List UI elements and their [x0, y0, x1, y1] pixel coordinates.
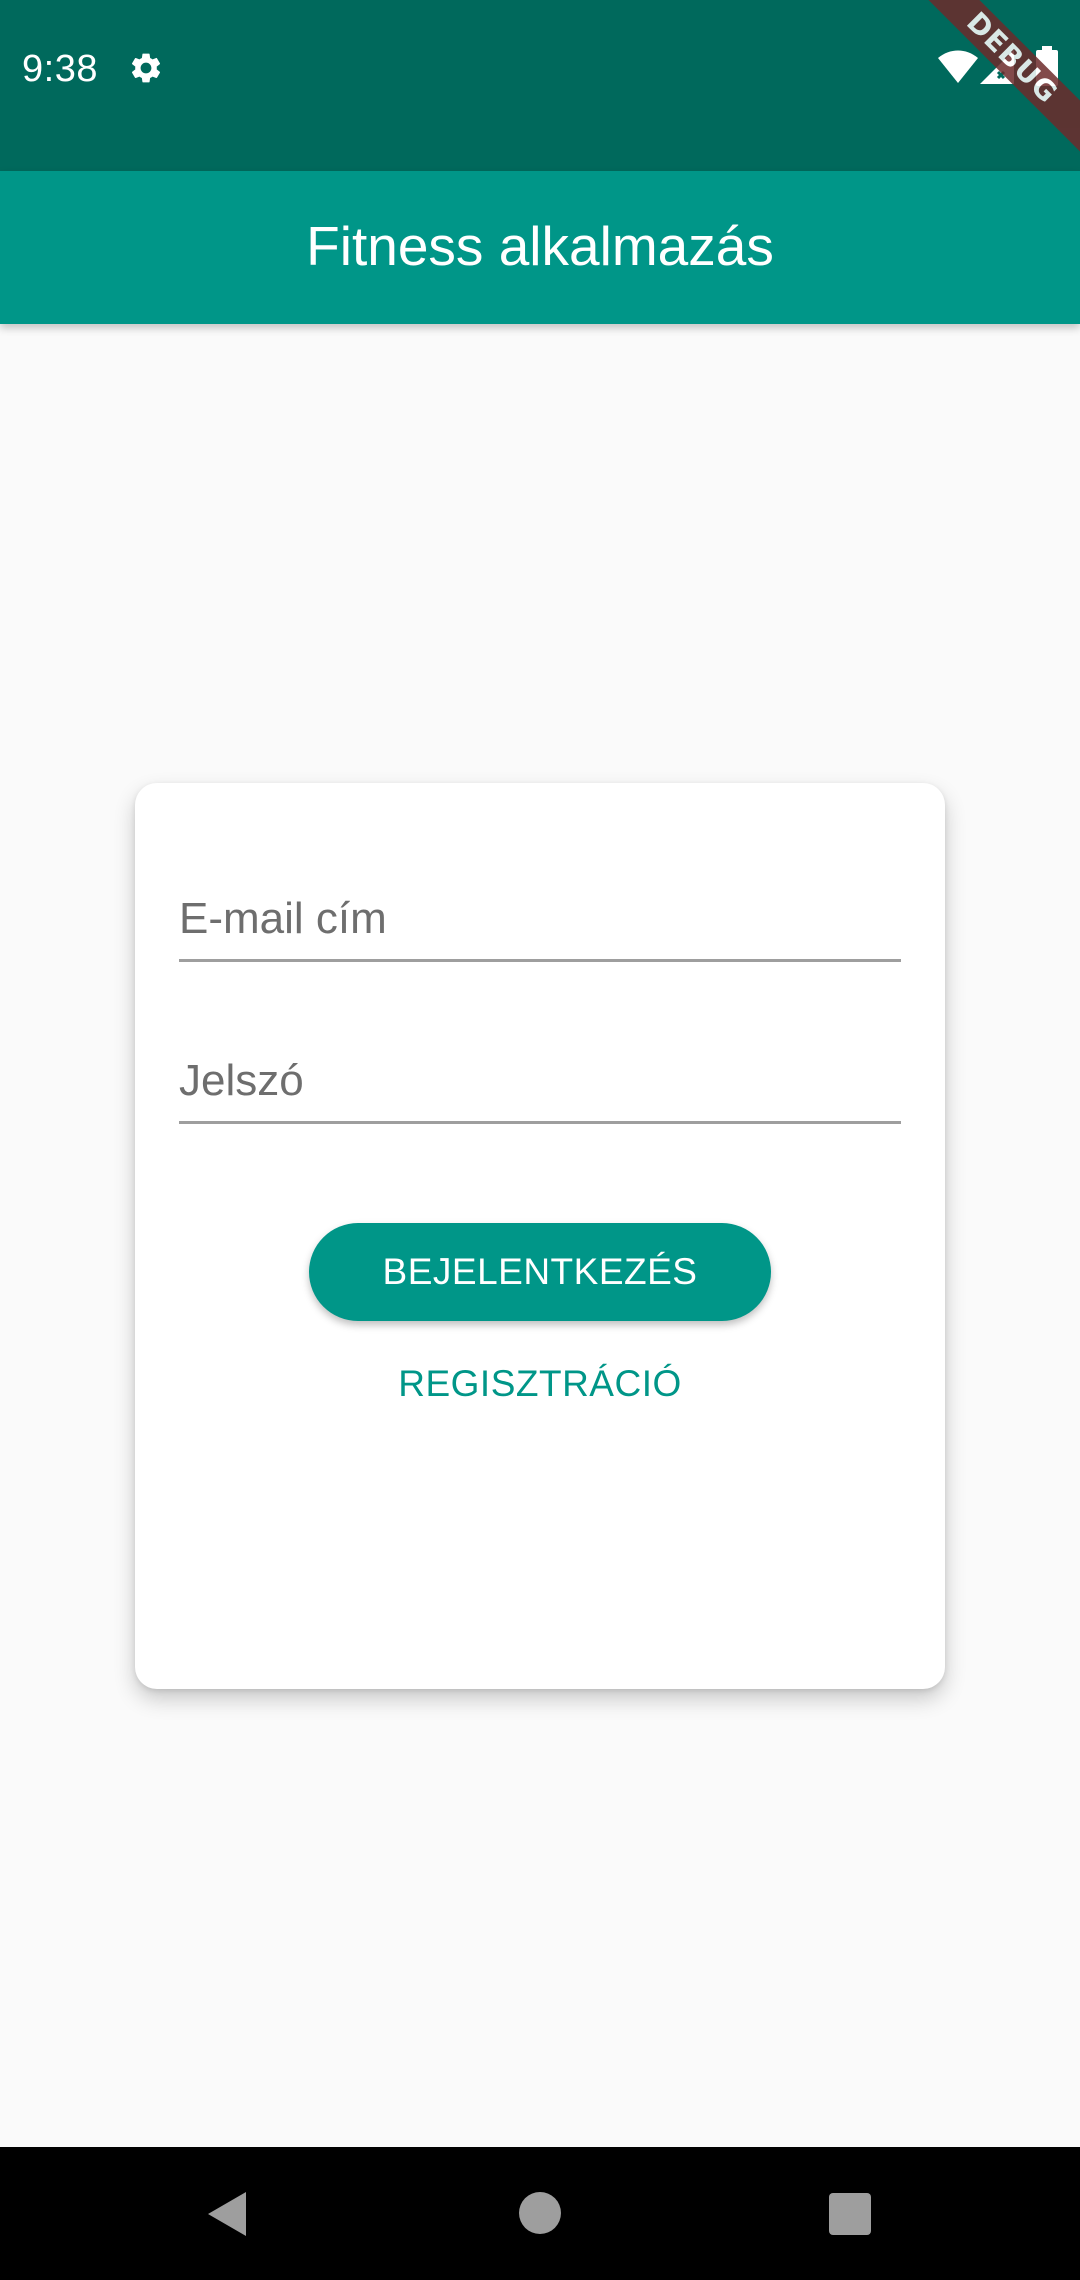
- navigation-bar: [0, 2147, 1080, 2280]
- page-title: Fitness alkalmazás: [306, 215, 774, 277]
- login-card: BEJELENTKEZÉS REGISZTRÁCIÓ: [135, 783, 945, 1689]
- email-input[interactable]: [179, 879, 901, 959]
- password-input[interactable]: [179, 1041, 901, 1121]
- status-bar: 9:38 DEBUG: [0, 0, 1080, 171]
- back-icon[interactable]: [204, 2189, 250, 2239]
- status-time: 9:38: [22, 48, 98, 90]
- battery-icon: [1036, 46, 1058, 86]
- password-field[interactable]: [179, 1041, 901, 1124]
- wifi-icon: [938, 50, 978, 83]
- app-bar: Fitness alkalmazás: [0, 171, 1080, 324]
- register-button[interactable]: REGISZTRÁCIÓ: [135, 1361, 945, 1407]
- home-icon[interactable]: [519, 2192, 561, 2234]
- login-button[interactable]: BEJELENTKEZÉS: [309, 1223, 771, 1321]
- signal-icon: [980, 50, 1014, 84]
- recents-icon[interactable]: [829, 2193, 871, 2235]
- gear-icon: [131, 53, 161, 83]
- email-field[interactable]: [179, 879, 901, 962]
